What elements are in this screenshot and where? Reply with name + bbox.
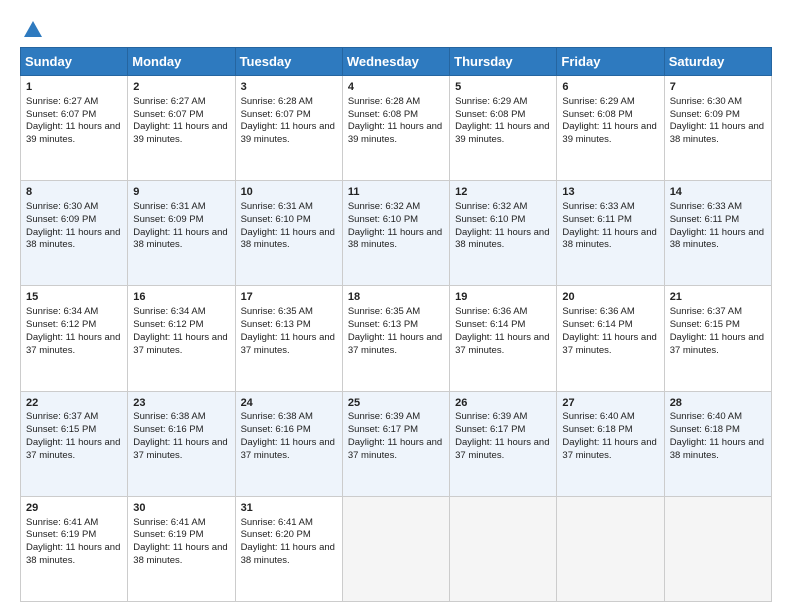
calendar-cell <box>342 496 449 601</box>
calendar-header-monday: Monday <box>128 48 235 76</box>
calendar-cell: 27Sunrise: 6:40 AMSunset: 6:18 PMDayligh… <box>557 391 664 496</box>
logo-blue <box>20 18 46 41</box>
calendar-cell <box>557 496 664 601</box>
calendar-cell: 30Sunrise: 6:41 AMSunset: 6:19 PMDayligh… <box>128 496 235 601</box>
calendar-cell: 19Sunrise: 6:36 AMSunset: 6:14 PMDayligh… <box>450 286 557 391</box>
calendar-cell: 9Sunrise: 6:31 AMSunset: 6:09 PMDaylight… <box>128 181 235 286</box>
day-number: 5 <box>455 80 551 95</box>
logo-top <box>20 18 46 41</box>
calendar-cell: 28Sunrise: 6:40 AMSunset: 6:18 PMDayligh… <box>664 391 771 496</box>
day-number: 27 <box>562 396 658 411</box>
day-number: 20 <box>562 290 658 305</box>
calendar-cell: 23Sunrise: 6:38 AMSunset: 6:16 PMDayligh… <box>128 391 235 496</box>
calendar-header-tuesday: Tuesday <box>235 48 342 76</box>
calendar-cell: 7Sunrise: 6:30 AMSunset: 6:09 PMDaylight… <box>664 76 771 181</box>
logo-icon <box>22 19 44 41</box>
calendar-cell: 10Sunrise: 6:31 AMSunset: 6:10 PMDayligh… <box>235 181 342 286</box>
day-number: 4 <box>348 80 444 95</box>
calendar-header-wednesday: Wednesday <box>342 48 449 76</box>
day-number: 31 <box>241 501 337 516</box>
day-number: 3 <box>241 80 337 95</box>
calendar-cell: 6Sunrise: 6:29 AMSunset: 6:08 PMDaylight… <box>557 76 664 181</box>
calendar-cell: 22Sunrise: 6:37 AMSunset: 6:15 PMDayligh… <box>21 391 128 496</box>
calendar-cell: 12Sunrise: 6:32 AMSunset: 6:10 PMDayligh… <box>450 181 557 286</box>
calendar-cell: 2Sunrise: 6:27 AMSunset: 6:07 PMDaylight… <box>128 76 235 181</box>
day-number: 9 <box>133 185 229 200</box>
calendar-cell: 8Sunrise: 6:30 AMSunset: 6:09 PMDaylight… <box>21 181 128 286</box>
calendar-header-thursday: Thursday <box>450 48 557 76</box>
calendar-week-2: 8Sunrise: 6:30 AMSunset: 6:09 PMDaylight… <box>21 181 772 286</box>
day-number: 7 <box>670 80 766 95</box>
calendar-cell: 15Sunrise: 6:34 AMSunset: 6:12 PMDayligh… <box>21 286 128 391</box>
day-number: 15 <box>26 290 122 305</box>
day-number: 10 <box>241 185 337 200</box>
calendar-cell: 14Sunrise: 6:33 AMSunset: 6:11 PMDayligh… <box>664 181 771 286</box>
calendar-cell: 26Sunrise: 6:39 AMSunset: 6:17 PMDayligh… <box>450 391 557 496</box>
day-number: 19 <box>455 290 551 305</box>
page: SundayMondayTuesdayWednesdayThursdayFrid… <box>0 0 792 612</box>
calendar-cell <box>450 496 557 601</box>
calendar-header-sunday: Sunday <box>21 48 128 76</box>
calendar-cell: 11Sunrise: 6:32 AMSunset: 6:10 PMDayligh… <box>342 181 449 286</box>
calendar-week-3: 15Sunrise: 6:34 AMSunset: 6:12 PMDayligh… <box>21 286 772 391</box>
day-number: 29 <box>26 501 122 516</box>
calendar-body: 1Sunrise: 6:27 AMSunset: 6:07 PMDaylight… <box>21 76 772 602</box>
calendar-cell: 24Sunrise: 6:38 AMSunset: 6:16 PMDayligh… <box>235 391 342 496</box>
calendar-cell: 20Sunrise: 6:36 AMSunset: 6:14 PMDayligh… <box>557 286 664 391</box>
calendar-cell <box>664 496 771 601</box>
day-number: 11 <box>348 185 444 200</box>
calendar-cell: 25Sunrise: 6:39 AMSunset: 6:17 PMDayligh… <box>342 391 449 496</box>
day-number: 16 <box>133 290 229 305</box>
day-number: 14 <box>670 185 766 200</box>
calendar-cell: 5Sunrise: 6:29 AMSunset: 6:08 PMDaylight… <box>450 76 557 181</box>
calendar-cell: 21Sunrise: 6:37 AMSunset: 6:15 PMDayligh… <box>664 286 771 391</box>
day-number: 22 <box>26 396 122 411</box>
calendar-cell: 1Sunrise: 6:27 AMSunset: 6:07 PMDaylight… <box>21 76 128 181</box>
calendar-cell: 17Sunrise: 6:35 AMSunset: 6:13 PMDayligh… <box>235 286 342 391</box>
calendar-week-5: 29Sunrise: 6:41 AMSunset: 6:19 PMDayligh… <box>21 496 772 601</box>
calendar-header-saturday: Saturday <box>664 48 771 76</box>
day-number: 6 <box>562 80 658 95</box>
day-number: 23 <box>133 396 229 411</box>
logo-name <box>20 18 46 37</box>
day-number: 18 <box>348 290 444 305</box>
day-number: 8 <box>26 185 122 200</box>
calendar-cell: 4Sunrise: 6:28 AMSunset: 6:08 PMDaylight… <box>342 76 449 181</box>
calendar-cell: 3Sunrise: 6:28 AMSunset: 6:07 PMDaylight… <box>235 76 342 181</box>
header <box>20 18 772 37</box>
calendar-header-friday: Friday <box>557 48 664 76</box>
day-number: 30 <box>133 501 229 516</box>
day-number: 13 <box>562 185 658 200</box>
day-number: 17 <box>241 290 337 305</box>
calendar-week-1: 1Sunrise: 6:27 AMSunset: 6:07 PMDaylight… <box>21 76 772 181</box>
logo <box>20 18 46 37</box>
day-number: 24 <box>241 396 337 411</box>
day-number: 26 <box>455 396 551 411</box>
calendar-cell: 16Sunrise: 6:34 AMSunset: 6:12 PMDayligh… <box>128 286 235 391</box>
calendar-table: SundayMondayTuesdayWednesdayThursdayFrid… <box>20 47 772 602</box>
calendar-week-4: 22Sunrise: 6:37 AMSunset: 6:15 PMDayligh… <box>21 391 772 496</box>
calendar-cell: 31Sunrise: 6:41 AMSunset: 6:20 PMDayligh… <box>235 496 342 601</box>
day-number: 12 <box>455 185 551 200</box>
day-number: 1 <box>26 80 122 95</box>
day-number: 21 <box>670 290 766 305</box>
day-number: 28 <box>670 396 766 411</box>
calendar-header-row: SundayMondayTuesdayWednesdayThursdayFrid… <box>21 48 772 76</box>
calendar-cell: 29Sunrise: 6:41 AMSunset: 6:19 PMDayligh… <box>21 496 128 601</box>
calendar-cell: 18Sunrise: 6:35 AMSunset: 6:13 PMDayligh… <box>342 286 449 391</box>
calendar-cell: 13Sunrise: 6:33 AMSunset: 6:11 PMDayligh… <box>557 181 664 286</box>
day-number: 25 <box>348 396 444 411</box>
day-number: 2 <box>133 80 229 95</box>
